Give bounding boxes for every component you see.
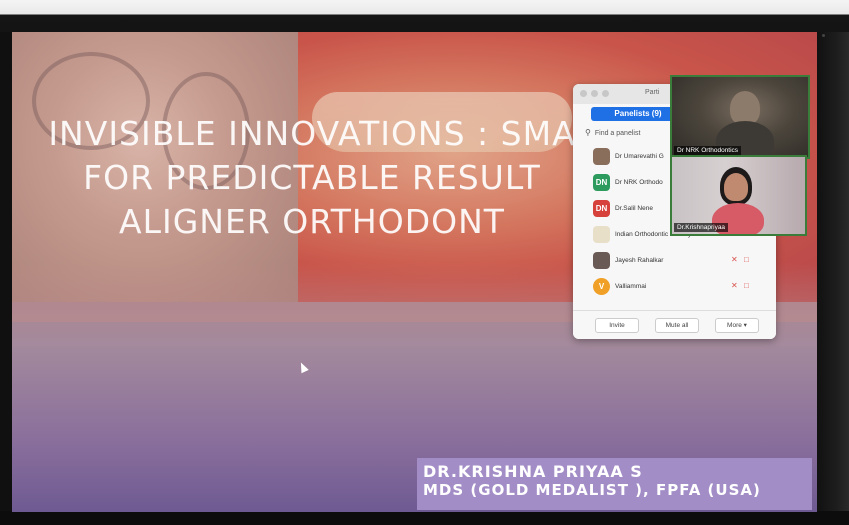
video-tile-nrk-orthodontics[interactable]: Dr NRK Orthodontics <box>670 75 810 159</box>
window-title: Parti <box>645 89 660 96</box>
search-icon: ⚲ <box>585 128 591 137</box>
participant-video-feed <box>724 173 748 201</box>
more-button[interactable]: More ▾ <box>715 318 759 333</box>
slide-title: INVISIBLE INNOVATIONS : SMA FOR PREDICTA… <box>32 112 592 244</box>
presentation-slide: INVISIBLE INNOVATIONS : SMA FOR PREDICTA… <box>12 32 817 512</box>
panelist-name: Dr Umarevathi G <box>615 153 664 160</box>
panelist-search-input[interactable]: ⚲ Find a panelist <box>585 128 640 137</box>
avatar <box>593 252 610 269</box>
monitor-bezel-bottom <box>0 511 849 525</box>
mic-muted-icon[interactable]: ✕ <box>731 255 738 264</box>
mute-all-button[interactable]: Mute all <box>655 318 699 333</box>
avatar: DN <box>593 200 610 217</box>
presenter-credentials: MDS (GOLD MEDALIST ), FPFA (USA) <box>423 481 761 499</box>
slide-title-line: FOR PREDICTABLE RESULT <box>83 158 541 197</box>
slide-title-line: INVISIBLE INNOVATIONS : SMA <box>48 114 576 153</box>
video-tile-krishnapriyaa[interactable]: Dr.Krishnapriyaa <box>670 155 807 236</box>
monitor-bezel-top <box>0 0 849 32</box>
minimize-window-button[interactable] <box>591 90 598 97</box>
mic-muted-icon[interactable]: ✕ <box>731 281 738 290</box>
slide-title-line: ALIGNER ORTHODONT <box>119 202 505 241</box>
avatar <box>593 226 610 243</box>
zoom-window-button[interactable] <box>602 90 609 97</box>
list-item[interactable]: Jayesh Rahalkar ✕ □ <box>573 248 776 274</box>
close-window-button[interactable] <box>580 90 587 97</box>
participant-video-feed <box>730 91 760 125</box>
list-item[interactable]: V Valliammai ✕ □ <box>573 274 776 300</box>
avatar: V <box>593 278 610 295</box>
avatar <box>593 148 610 165</box>
video-off-icon[interactable]: □ <box>744 255 749 264</box>
participants-footer: Invite Mute all More ▾ <box>573 310 776 339</box>
panelist-name: Dr.Salil Nene <box>615 205 653 212</box>
mouse-cursor-icon <box>297 360 309 374</box>
video-tile-label: Dr.Krishnapriyaa <box>674 223 729 232</box>
monitor-bezel-right <box>817 32 849 525</box>
monitor-bezel-left <box>0 32 12 525</box>
video-tile-label: Dr NRK Orthodontics <box>674 146 742 155</box>
panelist-name: Valliammai <box>615 283 647 290</box>
presenter-banner: DR.KRISHNA PRIYAA S MDS (GOLD MEDALIST )… <box>417 458 812 510</box>
video-off-icon[interactable]: □ <box>744 281 749 290</box>
invite-button[interactable]: Invite <box>595 318 639 333</box>
webcam-dot <box>822 34 825 37</box>
presenter-name: DR.KRISHNA PRIYAA S <box>423 462 643 481</box>
avatar: DN <box>593 174 610 191</box>
panelist-name: Jayesh Rahalkar <box>615 257 664 264</box>
panelist-name: Dr NRK Orthodo <box>615 179 663 186</box>
search-placeholder: Find a panelist <box>594 130 641 137</box>
